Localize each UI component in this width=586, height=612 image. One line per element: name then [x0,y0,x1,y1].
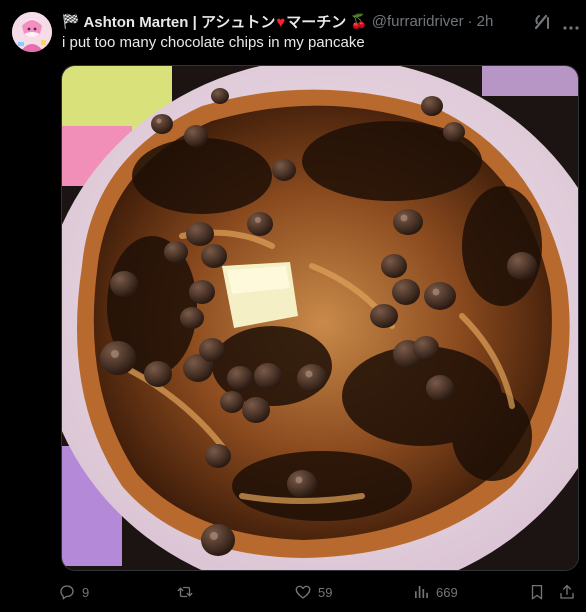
reply-count: 9 [82,584,90,600]
pancake-photo [62,66,578,570]
separator-dot: · [467,12,473,30]
heart-icon [295,585,311,599]
cherry-emoji: 🍒 [350,12,368,29]
tweet-header: 🏁 Ashton Marten | アシュトン♥マーチン 🍒 @furrarid… [62,11,493,31]
like-button[interactable]: 59 [294,580,332,604]
grok-icon[interactable] [533,12,551,30]
bookmark-icon [531,584,543,600]
reply-button[interactable]: 9 [58,580,89,604]
avatar[interactable] [12,12,52,52]
reply-icon [60,585,74,600]
share-icon [560,584,574,599]
display-name-part1: Ashton Marten | アシュトン [83,13,276,31]
bookmark-button[interactable] [528,580,546,604]
share-button[interactable] [558,580,576,604]
avatar-image [12,12,52,52]
tweet-text: i put too many chocolate chips in my pan… [62,34,365,51]
checkered-flag-emoji: 🏁 [62,12,80,29]
like-count: 59 [318,584,333,600]
post-image[interactable] [61,65,579,571]
user-handle[interactable]: @furraridriver [372,13,464,30]
tweet[interactable]: 🏁 Ashton Marten | アシュトン♥マーチン 🍒 @furrarid… [0,0,586,612]
views-button[interactable]: 669 [412,580,458,604]
more-icon[interactable] [562,18,580,30]
view-count: 669 [436,584,458,600]
display-name[interactable]: Ashton Marten | アシュトン♥マーチン [83,11,346,32]
timestamp[interactable]: 2h [477,13,494,30]
action-bar: 9 59 669 [58,580,586,604]
views-icon [415,586,428,598]
heart-emoji: ♥ [276,13,286,31]
repost-icon [177,586,193,598]
display-name-part2: マーチン [286,13,347,31]
repost-button[interactable] [176,580,200,604]
